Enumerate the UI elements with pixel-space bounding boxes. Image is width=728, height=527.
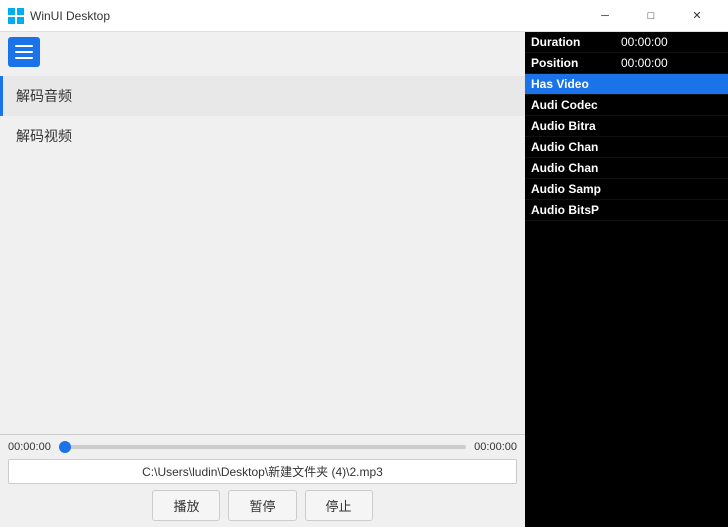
title-bar: WinUI Desktop ─ □ ✕ — [0, 0, 728, 32]
hamburger-line-3 — [15, 57, 33, 59]
info-row-3: Audi Codec — [525, 95, 728, 116]
end-time: 00:00:00 — [474, 441, 517, 453]
info-label-2: Has Video — [531, 77, 621, 91]
app-title: WinUI Desktop — [30, 9, 582, 23]
info-label-6: Audio Chan — [531, 161, 621, 175]
info-row-1: Position00:00:00 — [525, 53, 728, 74]
toolbar — [0, 32, 525, 72]
nav-item-label: 解码音频 — [16, 86, 72, 106]
info-row-0: Duration00:00:00 — [525, 32, 728, 53]
info-row-4: Audio Bitra — [525, 116, 728, 137]
info-row-2: Has Video — [525, 74, 728, 95]
info-label-5: Audio Chan — [531, 140, 621, 154]
play-button[interactable]: 播放 — [152, 490, 220, 521]
hamburger-line-2 — [15, 51, 33, 53]
info-label-8: Audio BitsP — [531, 203, 621, 217]
close-button[interactable]: ✕ — [674, 0, 720, 32]
video-area — [525, 221, 728, 527]
nav-item-decode-video[interactable]: 解码视频 — [0, 116, 525, 156]
window-controls: ─ □ ✕ — [582, 0, 720, 32]
left-panel: 解码音频 解码视频 00:00:00 00:00:00 C:\Users\lud… — [0, 32, 525, 527]
progress-track[interactable] — [59, 445, 466, 449]
info-row-6: Audio Chan — [525, 158, 728, 179]
app-icon — [8, 8, 24, 24]
current-time: 00:00:00 — [8, 441, 51, 453]
info-row-8: Audio BitsP — [525, 200, 728, 221]
info-label-1: Position — [531, 56, 621, 70]
file-path: C:\Users\ludin\Desktop\新建文件夹 (4)\2.mp3 — [8, 459, 517, 484]
minimize-button[interactable]: ─ — [582, 0, 628, 32]
info-row-7: Audio Samp — [525, 179, 728, 200]
info-label-3: Audi Codec — [531, 98, 621, 112]
info-label-0: Duration — [531, 35, 621, 49]
info-row-5: Audio Chan — [525, 137, 728, 158]
controls-row: 播放 暂停 停止 — [8, 490, 517, 521]
bottom-bar: 00:00:00 00:00:00 C:\Users\ludin\Desktop… — [0, 434, 525, 527]
pause-button[interactable]: 暂停 — [228, 490, 296, 521]
info-value-1: 00:00:00 — [621, 56, 668, 70]
menu-button[interactable] — [8, 37, 40, 67]
info-table: Duration00:00:00Position00:00:00Has Vide… — [525, 32, 728, 221]
maximize-button[interactable]: □ — [628, 0, 674, 32]
progress-thumb[interactable] — [59, 441, 71, 453]
main-layout: 解码音频 解码视频 00:00:00 00:00:00 C:\Users\lud… — [0, 32, 728, 527]
file-path-row: C:\Users\ludin\Desktop\新建文件夹 (4)\2.mp3 — [8, 459, 517, 484]
info-label-4: Audio Bitra — [531, 119, 621, 133]
info-label-7: Audio Samp — [531, 182, 621, 196]
right-panel: Duration00:00:00Position00:00:00Has Vide… — [525, 32, 728, 527]
nav-item-label: 解码视频 — [16, 126, 72, 146]
progress-row: 00:00:00 00:00:00 — [8, 441, 517, 453]
info-value-0: 00:00:00 — [621, 35, 668, 49]
stop-button[interactable]: 停止 — [305, 490, 373, 521]
nav-item-decode-audio[interactable]: 解码音频 — [0, 76, 525, 116]
nav-list: 解码音频 解码视频 — [0, 72, 525, 434]
hamburger-line-1 — [15, 45, 33, 47]
